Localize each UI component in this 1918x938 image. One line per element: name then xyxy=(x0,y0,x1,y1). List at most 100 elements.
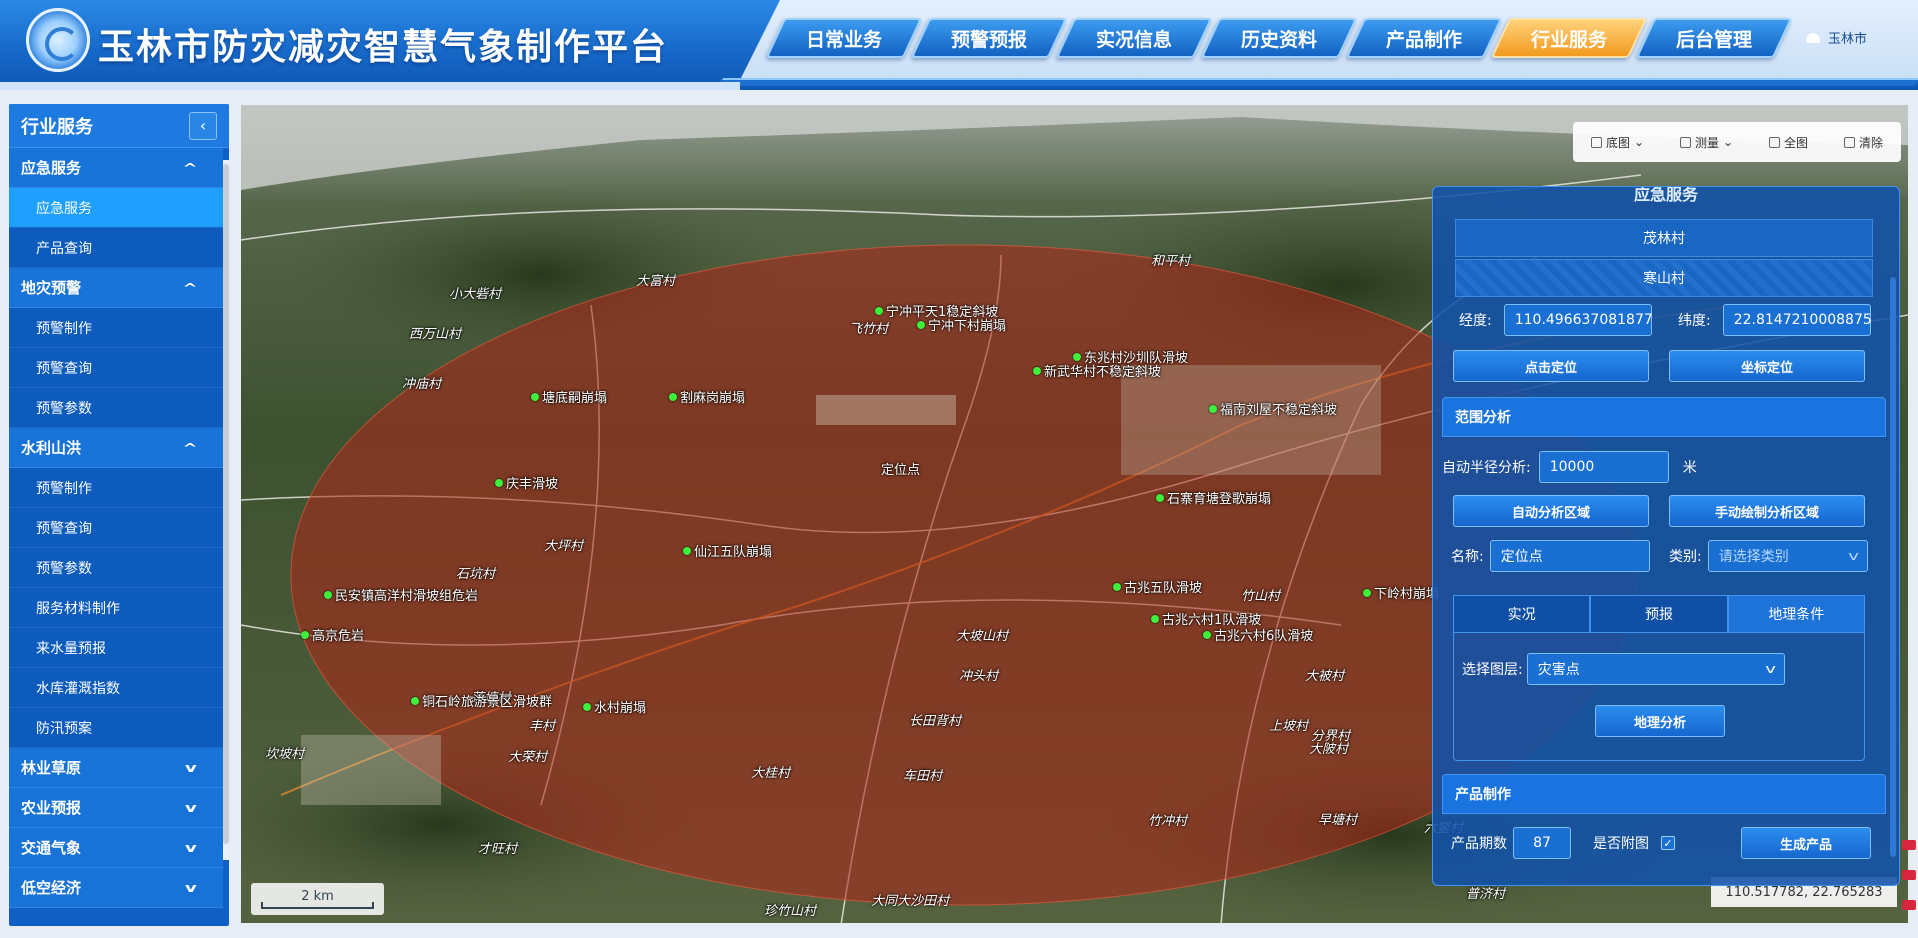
place-label: 大坪村 xyxy=(544,539,584,554)
place-label: 大同大沙田村 xyxy=(871,894,950,909)
hazard-dot-icon xyxy=(683,546,691,555)
radius-input[interactable]: 10000 xyxy=(1538,451,1669,483)
layer-select[interactable]: 灾害点 v xyxy=(1526,653,1785,685)
fullview-button[interactable]: 全图 xyxy=(1769,134,1808,151)
nav-warning[interactable]: 预警预报 xyxy=(920,18,1058,58)
chevron-left-icon[interactable]: ‹ xyxy=(189,111,217,140)
sidebar-group-flood[interactable]: 水利山洪 ^ xyxy=(9,428,223,468)
geo-analysis-button[interactable]: 地理分析 xyxy=(1595,705,1725,737)
basemap-button[interactable]: 底图 ⌄ xyxy=(1590,134,1644,151)
click-locate-button[interactable]: 点击定位 xyxy=(1453,350,1649,382)
range-analysis-header: 范围分析 xyxy=(1442,397,1886,437)
hazard-point[interactable]: 新武华村不稳定斜坡 xyxy=(1033,361,1161,380)
hazard-label: 民安镇高洋村滑坡组危岩 xyxy=(335,589,479,604)
item-label: 预警查询 xyxy=(36,520,92,537)
sidebar-group-geohazard[interactable]: 地灾预警 ^ xyxy=(9,268,223,308)
period-input[interactable]: 87 xyxy=(1513,827,1571,859)
layer-value: 灾害点 xyxy=(1537,662,1580,678)
hazard-point[interactable]: 石寨育塘登歌崩塌 xyxy=(1156,488,1271,507)
nav-admin[interactable]: 后台管理 xyxy=(1645,18,1783,58)
hazard-label: 福南刘屋不稳定斜坡 xyxy=(1220,403,1338,418)
hazard-dot-icon xyxy=(1113,582,1121,591)
app-header: 玉林市防灾减灾智慧气象制作平台 日常业务 预警预报 实况信息 历史资料 产品制作… xyxy=(0,0,1918,90)
lat-input[interactable]: 22.8147210008875 xyxy=(1722,304,1872,336)
clear-label: 清除 xyxy=(1859,135,1884,150)
group-label: 地灾预警 xyxy=(21,279,82,297)
hazard-dot-icon xyxy=(1073,352,1081,361)
sidebar-item-inflow-forecast[interactable]: 来水量预报 xyxy=(9,628,223,668)
folder-icon[interactable] xyxy=(1902,840,1916,850)
sidebar-group-forestry[interactable]: 林业草原 v xyxy=(9,748,223,788)
place-label: 冲头村 xyxy=(959,669,999,684)
item-label: 预警参数 xyxy=(36,400,92,417)
hazard-label: 新武华村不稳定斜坡 xyxy=(1044,365,1162,380)
sidebar-item-service-material[interactable]: 服务材料制作 xyxy=(9,588,223,628)
hazard-point[interactable]: 仙江五队崩塌 xyxy=(683,541,772,560)
village-item[interactable]: 茂林村 xyxy=(1455,219,1873,257)
place-label: 坎坡村 xyxy=(265,747,305,762)
place-label: 车田村 xyxy=(903,769,943,784)
sidebar-group-traffic[interactable]: 交通气象 v xyxy=(9,828,223,868)
sidebar-group-emergency[interactable]: 应急服务 ^ xyxy=(9,148,223,188)
sidebar-item-emergency-service[interactable]: 应急服务 xyxy=(9,188,223,228)
sidebar-item-irrigation-index[interactable]: 水库灌溉指数 xyxy=(9,668,223,708)
name-input[interactable]: 定位点 xyxy=(1489,540,1650,572)
sidebar-item-product-query[interactable]: 产品查询 xyxy=(9,228,223,268)
hazard-point[interactable]: 古兆六村6队滑坡 xyxy=(1203,625,1313,644)
user-menu[interactable]: 玉林市 xyxy=(1806,28,1867,47)
tab-forecast[interactable]: 预报 xyxy=(1590,595,1728,633)
sidebar-item-warning-params[interactable]: 预警参数 xyxy=(9,388,223,428)
sidebar-item-warning-query[interactable]: 预警查询 xyxy=(9,348,223,388)
nav-product[interactable]: 产品制作 xyxy=(1355,18,1493,58)
sidebar-item-flood-warning-query[interactable]: 预警查询 xyxy=(9,508,223,548)
sidebar-item-warning-make[interactable]: 预警制作 xyxy=(9,308,223,348)
place-label: 大被村 xyxy=(1305,669,1345,684)
sidebar-title: 行业服务 xyxy=(21,116,93,138)
header-stripe-left xyxy=(0,82,740,90)
lon-input[interactable]: 110.496637081877 xyxy=(1503,304,1653,336)
hazard-point[interactable]: 庆丰滑坡 xyxy=(495,473,558,492)
sidebar-item-flood-warning-make[interactable]: 预警制作 xyxy=(9,468,223,508)
nav-industry[interactable]: 行业服务 xyxy=(1500,18,1638,58)
auto-analysis-button[interactable]: 自动分析区域 xyxy=(1453,495,1649,527)
tab-realtime[interactable]: 实况 xyxy=(1453,595,1591,633)
village-item[interactable]: 寒山村 xyxy=(1455,259,1873,297)
clear-button[interactable]: 清除 xyxy=(1844,134,1883,151)
nav-realtime[interactable]: 实况信息 xyxy=(1065,18,1203,58)
sidebar-item-flood-plan[interactable]: 防汛预案 xyxy=(9,708,223,748)
sidebar-group-agriculture[interactable]: 农业预报 v xyxy=(9,788,223,828)
coord-locate-button[interactable]: 坐标定位 xyxy=(1669,350,1865,382)
hazard-label: 铜石岭旅游景区滑坡群 xyxy=(422,695,553,710)
hazard-point[interactable]: 铜石岭旅游景区滑坡群 xyxy=(411,691,552,710)
category-select[interactable]: 请选择类别 v xyxy=(1707,540,1868,572)
hazard-point[interactable]: 下岭村崩塌 xyxy=(1363,583,1439,602)
sidebar-group-lowaltitude[interactable]: 低空经济 v xyxy=(9,868,223,908)
place-label: 珍竹山村 xyxy=(764,904,817,919)
item-label: 来水量预报 xyxy=(36,640,106,657)
chevron-down-icon: v xyxy=(185,880,197,895)
nav-history[interactable]: 历史资料 xyxy=(1210,18,1348,58)
sidebar-scrollbar[interactable] xyxy=(223,160,229,860)
hazard-point[interactable]: 民安镇高洋村滑坡组危岩 xyxy=(324,585,478,604)
sidebar-item-flood-warning-params[interactable]: 预警参数 xyxy=(9,548,223,588)
header-stripe xyxy=(716,78,1918,86)
chevron-down-icon: v xyxy=(185,800,197,815)
generate-product-button[interactable]: 生成产品 xyxy=(1741,827,1871,859)
village-list: 茂林村 寒山村 xyxy=(1455,219,1873,299)
nav-daily[interactable]: 日常业务 xyxy=(775,18,913,58)
attach-checkbox[interactable]: ✓ xyxy=(1661,836,1675,850)
measure-button[interactable]: 测量 ⌄ xyxy=(1680,134,1733,151)
hazard-point[interactable]: 福南刘屋不稳定斜坡 xyxy=(1209,399,1337,418)
panel-scrollbar[interactable] xyxy=(1890,277,1896,857)
hazard-point[interactable]: 高京危岩 xyxy=(301,625,364,644)
hazard-point[interactable]: 古兆五队滑坡 xyxy=(1113,577,1202,596)
place-label: 冲庙村 xyxy=(402,377,442,392)
flag-icon[interactable] xyxy=(1902,900,1916,910)
flag-icon[interactable] xyxy=(1902,870,1916,880)
tab-geography[interactable]: 地理条件 xyxy=(1727,595,1865,633)
hazard-point[interactable]: 割麻岗崩塌 xyxy=(669,387,745,406)
hazard-point[interactable]: 宁冲下村崩塌 xyxy=(917,315,1006,334)
hazard-point[interactable]: 塘底嗣崩塌 xyxy=(531,387,607,406)
manual-draw-button[interactable]: 手动绘制分析区域 xyxy=(1669,495,1865,527)
hazard-point[interactable]: 水村崩塌 xyxy=(583,697,646,716)
